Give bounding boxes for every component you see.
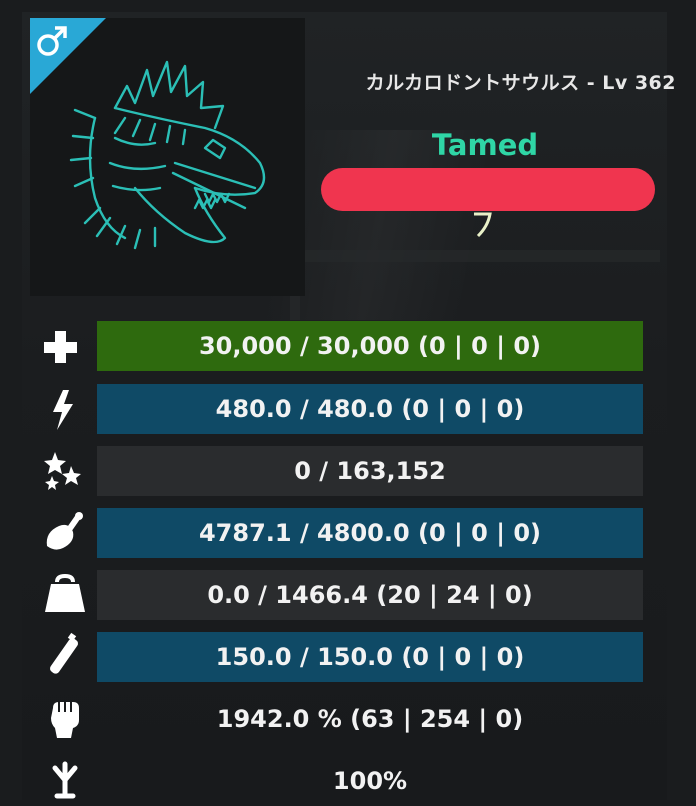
stat-row-melee: 1942.0 % (63 | 254 | 0) <box>35 694 650 744</box>
torpidity-bar: 0 / 163,152 <box>97 446 643 496</box>
stat-row-speed: 100% <box>35 756 650 806</box>
melee-value: 1942.0 % (63 | 254 | 0) <box>216 705 524 733</box>
background-detail <box>300 250 660 262</box>
torpidity-stars-icon <box>44 452 81 490</box>
health-plus-icon <box>44 331 77 363</box>
weight-bar: 0.0 / 1466.4 (20 | 24 | 0) <box>97 570 643 620</box>
partial-glyph-icon <box>474 212 492 238</box>
oxygen-bar: 150.0 / 150.0 (0 | 0 | 0) <box>97 632 643 682</box>
speed-value: 100% <box>332 767 408 795</box>
stamina-bolt-icon <box>53 390 73 430</box>
food-drumstick-icon <box>46 512 83 550</box>
oxygen-tank-icon <box>50 632 78 674</box>
weight-icon <box>45 573 85 612</box>
food-bar: 4787.1 / 4800.0 (0 | 0 | 0) <box>97 508 643 558</box>
redaction-bar <box>321 168 655 211</box>
stat-row-weight: 0.0 / 1466.4 (20 | 24 | 0) <box>35 570 650 620</box>
melee-fist-icon <box>51 702 79 738</box>
stat-row-health: 30,000 / 30,000 (0 | 0 | 0) <box>35 321 650 371</box>
stat-row-stamina: 480.0 / 480.0 (0 | 0 | 0) <box>35 384 650 434</box>
speed-foot-icon <box>52 761 78 799</box>
creature-name-level: カルカロドントサウルス - Lv 362 <box>365 72 676 94</box>
health-bar: 30,000 / 30,000 (0 | 0 | 0) <box>97 321 643 371</box>
stamina-bar: 480.0 / 480.0 (0 | 0 | 0) <box>97 384 643 434</box>
tamed-status: Tamed <box>431 128 539 162</box>
stat-row-food: 4787.1 / 4800.0 (0 | 0 | 0) <box>35 508 650 558</box>
stat-row-torpidity: 0 / 163,152 <box>35 446 650 496</box>
stat-row-oxygen: 150.0 / 150.0 (0 | 0 | 0) <box>35 632 650 682</box>
carcharodontosaurus-head-icon <box>69 60 266 250</box>
